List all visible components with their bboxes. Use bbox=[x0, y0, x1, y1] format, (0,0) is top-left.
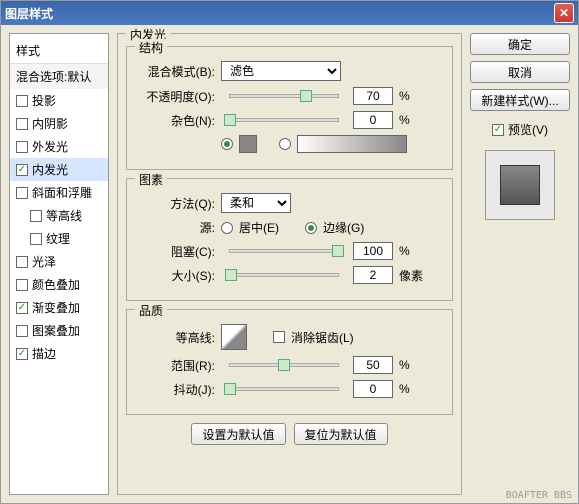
style-checkbox[interactable] bbox=[16, 256, 28, 268]
style-item-label: 颜色叠加 bbox=[32, 276, 80, 293]
anti-alias-checkbox[interactable] bbox=[273, 331, 285, 343]
size-slider[interactable] bbox=[229, 273, 339, 277]
opacity-label: 不透明度(O): bbox=[137, 88, 215, 105]
style-item-label: 内阴影 bbox=[32, 115, 68, 132]
styles-header: 样式 bbox=[10, 38, 108, 64]
blend-mode-select[interactable]: 滤色 bbox=[221, 61, 341, 81]
style-item-label: 投影 bbox=[32, 92, 56, 109]
source-edge-radio[interactable] bbox=[305, 222, 317, 234]
style-checkbox[interactable]: ✓ bbox=[16, 164, 28, 176]
style-item-label: 光泽 bbox=[32, 253, 56, 270]
choke-slider[interactable] bbox=[229, 249, 339, 253]
source-center-radio[interactable] bbox=[221, 222, 233, 234]
action-panel: 确定 取消 新建样式(W)... ✓ 预览(V) bbox=[470, 33, 570, 495]
percent-label: % bbox=[399, 244, 425, 258]
style-checkbox[interactable]: ✓ bbox=[16, 302, 28, 314]
noise-slider[interactable] bbox=[229, 118, 339, 122]
ok-button[interactable]: 确定 bbox=[470, 33, 570, 55]
jitter-slider[interactable] bbox=[229, 387, 339, 391]
percent-label: % bbox=[399, 89, 425, 103]
preview-checkbox[interactable]: ✓ bbox=[492, 124, 504, 136]
reset-default-button[interactable]: 复位为默认值 bbox=[294, 423, 388, 445]
style-item[interactable]: 外发光 bbox=[10, 135, 108, 158]
edge-label: 边缘(G) bbox=[323, 219, 364, 236]
style-item-label: 纹理 bbox=[46, 230, 70, 247]
style-checkbox[interactable] bbox=[16, 118, 28, 130]
dialog-title: 图层样式 bbox=[5, 5, 554, 22]
styles-list: 样式 混合选项:默认 投影内阴影外发光 ✓ 内发光斜面和浮雕等高线纹理光泽颜色叠加 ✓… bbox=[9, 33, 109, 495]
percent-label: % bbox=[399, 358, 425, 372]
style-checkbox[interactable]: ✓ bbox=[16, 348, 28, 360]
style-checkbox[interactable] bbox=[16, 279, 28, 291]
quality-legend: 品质 bbox=[135, 302, 167, 319]
color-swatch[interactable] bbox=[239, 135, 257, 153]
layer-style-dialog: 图层样式 ✕ 样式 混合选项:默认 投影内阴影外发光 ✓ 内发光斜面和浮雕等高线纹理… bbox=[0, 0, 579, 504]
percent-label: % bbox=[399, 113, 425, 127]
watermark: BOAFTER BBS bbox=[506, 490, 572, 501]
opacity-slider[interactable] bbox=[229, 94, 339, 98]
noise-input[interactable] bbox=[353, 111, 393, 129]
elements-legend: 图素 bbox=[135, 171, 167, 188]
range-label: 范围(R): bbox=[137, 357, 215, 374]
style-item-label: 图案叠加 bbox=[32, 322, 80, 339]
gradient-radio[interactable] bbox=[279, 138, 291, 150]
choke-label: 阻塞(C): bbox=[137, 243, 215, 260]
range-slider[interactable] bbox=[229, 363, 339, 367]
anti-alias-label: 消除锯齿(L) bbox=[291, 329, 354, 346]
percent-label: % bbox=[399, 382, 425, 396]
cancel-button[interactable]: 取消 bbox=[470, 61, 570, 83]
range-input[interactable] bbox=[353, 356, 393, 374]
opacity-input[interactable] bbox=[353, 87, 393, 105]
style-item-label: 外发光 bbox=[32, 138, 68, 155]
new-style-button[interactable]: 新建样式(W)... bbox=[470, 89, 570, 111]
style-item[interactable]: ✓ 内发光 bbox=[10, 158, 108, 181]
style-item[interactable]: 投影 bbox=[10, 89, 108, 112]
titlebar: 图层样式 ✕ bbox=[1, 1, 578, 25]
size-label: 大小(S): bbox=[137, 267, 215, 284]
style-item[interactable]: 纹理 bbox=[10, 227, 108, 250]
style-checkbox[interactable] bbox=[16, 95, 28, 107]
make-default-button[interactable]: 设置为默认值 bbox=[191, 423, 285, 445]
style-item[interactable]: 内阴影 bbox=[10, 112, 108, 135]
style-item[interactable]: ✓ 描边 bbox=[10, 342, 108, 365]
gradient-swatch[interactable] bbox=[297, 135, 407, 153]
style-checkbox[interactable] bbox=[16, 325, 28, 337]
method-select[interactable]: 柔和 bbox=[221, 193, 291, 213]
jitter-label: 抖动(J): bbox=[137, 381, 215, 398]
style-checkbox[interactable] bbox=[30, 233, 42, 245]
px-label: 像素 bbox=[399, 267, 425, 284]
blend-mode-label: 混合模式(B): bbox=[137, 63, 215, 80]
style-checkbox[interactable] bbox=[16, 141, 28, 153]
preview-label: 预览(V) bbox=[508, 121, 548, 138]
style-item-label: 等高线 bbox=[46, 207, 82, 224]
structure-legend: 结构 bbox=[135, 39, 167, 56]
style-item[interactable]: ✓ 渐变叠加 bbox=[10, 296, 108, 319]
style-item-label: 渐变叠加 bbox=[32, 299, 80, 316]
style-item[interactable]: 颜色叠加 bbox=[10, 273, 108, 296]
style-item[interactable]: 光泽 bbox=[10, 250, 108, 273]
style-item[interactable]: 图案叠加 bbox=[10, 319, 108, 342]
method-label: 方法(Q): bbox=[137, 195, 215, 212]
contour-picker[interactable] bbox=[221, 324, 247, 350]
contour-label: 等高线: bbox=[137, 329, 215, 346]
style-item-label: 描边 bbox=[32, 345, 56, 362]
style-item[interactable]: 等高线 bbox=[10, 204, 108, 227]
noise-label: 杂色(N): bbox=[137, 112, 215, 129]
jitter-input[interactable] bbox=[353, 380, 393, 398]
center-label: 居中(E) bbox=[239, 219, 279, 236]
preview-box bbox=[485, 150, 555, 220]
choke-input[interactable] bbox=[353, 242, 393, 260]
style-item[interactable]: 斜面和浮雕 bbox=[10, 181, 108, 204]
size-input[interactable] bbox=[353, 266, 393, 284]
settings-panel: 内发光 结构 混合模式(B): 滤色 不透明度(O): % 杂色(N): bbox=[117, 33, 462, 495]
blend-options-item[interactable]: 混合选项:默认 bbox=[10, 64, 108, 89]
style-checkbox[interactable] bbox=[30, 210, 42, 222]
preview-swatch bbox=[500, 165, 540, 205]
source-label: 源: bbox=[137, 219, 215, 236]
style-item-label: 斜面和浮雕 bbox=[32, 184, 92, 201]
style-checkbox[interactable] bbox=[16, 187, 28, 199]
close-button[interactable]: ✕ bbox=[554, 3, 574, 23]
color-radio[interactable] bbox=[221, 138, 233, 150]
style-item-label: 内发光 bbox=[32, 161, 68, 178]
